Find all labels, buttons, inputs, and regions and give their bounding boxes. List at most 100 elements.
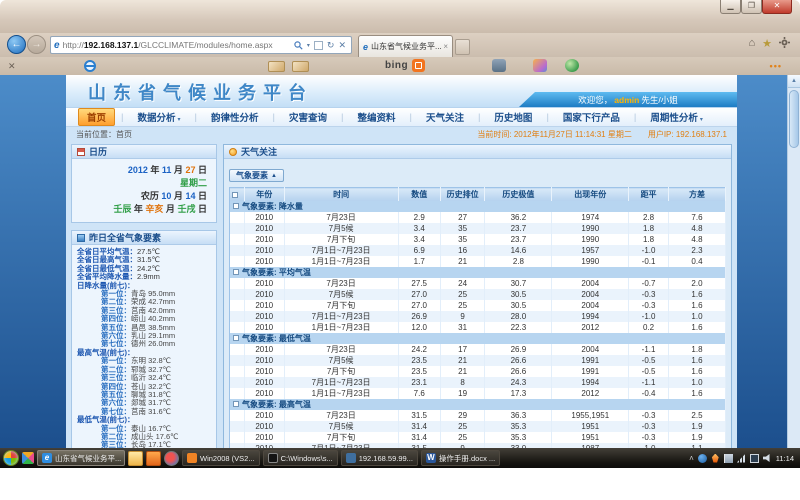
new-tab-button[interactable] [455, 39, 470, 55]
chevron-down-icon: ▾ [700, 117, 703, 123]
url-path: /GLCCLIMATE/modules/home.aspx [138, 40, 272, 50]
nav-item[interactable]: 天气关注 [418, 109, 472, 125]
group-row[interactable]: 气象要素: 降水量 [230, 201, 726, 212]
refresh-icon[interactable]: ↻ [327, 40, 335, 51]
table-row[interactable]: 20107月5候23.52126.61991-0.51.6 [230, 355, 726, 366]
table-row[interactable]: 20101月1日~7月23日12.03122.320120.21.6 [230, 322, 726, 333]
table-row[interactable]: 20107月5候27.02530.52004-0.31.6 [230, 289, 726, 300]
table-row[interactable]: 20107月23日31.52936.31955,1951-0.32.5 [230, 410, 726, 421]
taskbar-button[interactable]: Win2008 (VS2... [182, 450, 260, 466]
folder-icon[interactable] [128, 451, 143, 466]
table-row[interactable]: 20101月1日~7月23日7.61917.32012-0.41.6 [230, 388, 726, 399]
magic-tool-icon[interactable] [533, 59, 547, 72]
group-row[interactable]: 气象要素: 平均气温 [230, 267, 726, 278]
table-row[interactable]: 20107月下旬23.52126.61991-0.51.6 [230, 366, 726, 377]
nav-item[interactable]: 整编资料 [349, 109, 403, 125]
cell: 1月1日~7月23日 [284, 322, 398, 333]
blocked-icon[interactable] [84, 60, 96, 72]
table-row[interactable]: 20107月5候31.42535.31951-0.31.9 [230, 421, 726, 432]
quick-launch-icon[interactable] [22, 452, 34, 464]
search-icon[interactable] [294, 41, 303, 50]
chevron-down-icon[interactable]: ▾ [307, 42, 310, 49]
cell: 30.5 [485, 300, 552, 311]
cell: 1990 [552, 234, 629, 245]
table-row[interactable]: 20101月1日~7月23日1.7212.81990-0.10.4 [230, 256, 726, 267]
back-button[interactable]: ← [7, 35, 26, 54]
group-row[interactable]: 气象要素: 最低气温 [230, 333, 726, 344]
camera-icon[interactable] [492, 59, 506, 72]
tray-expand-icon[interactable]: ˄ [689, 454, 694, 463]
favorites-star-icon[interactable]: ★ [762, 37, 772, 50]
nav-item[interactable]: 数据分析▾ [129, 109, 188, 125]
table-row[interactable]: 20107月1日~7月23日26.9928.01994-1.01.0 [230, 311, 726, 322]
action-center-flag-icon[interactable] [724, 454, 733, 463]
table-row[interactable]: 20107月下旬31.42535.31951-0.31.9 [230, 432, 726, 443]
group-row[interactable]: 气象要素: 最高气温 [230, 399, 726, 410]
nav-item[interactable]: 灾害查询 [281, 109, 335, 125]
network-icon[interactable] [737, 454, 746, 463]
cell: 1957 [552, 245, 629, 256]
cell: 7月5候 [284, 223, 398, 234]
browser-tab[interactable]: e 山东省气候业务平... × [358, 35, 453, 57]
maximize-button[interactable]: ❐ [741, 0, 762, 14]
checkbox[interactable] [233, 269, 239, 275]
taskbar-button[interactable]: e山东省气候业务平... [37, 450, 125, 466]
taskbar-button[interactable]: 192.168.59.99... [341, 450, 418, 466]
checkbox[interactable] [233, 401, 239, 407]
start-button[interactable] [3, 450, 19, 466]
minimize-button[interactable]: ▁ [720, 0, 741, 14]
card-icon-1[interactable] [268, 61, 285, 72]
checkbox[interactable] [233, 335, 239, 341]
globe-icon[interactable] [565, 59, 579, 72]
bing-search-logo[interactable]: bing [385, 59, 425, 72]
table-row[interactable]: 20107月下旬27.02530.52004-0.31.6 [230, 300, 726, 311]
taskbar-button[interactable]: C:\Windows\s... [263, 450, 338, 466]
more-dots-icon[interactable]: ••• [770, 61, 782, 71]
table-row[interactable]: 20107月5候3.43523.719901.84.8 [230, 223, 726, 234]
home-icon[interactable]: ⌂ [748, 37, 755, 50]
forward-button[interactable]: → [27, 35, 46, 54]
close-button[interactable]: ✕ [762, 0, 792, 14]
table-row[interactable]: 20107月下旬3.43523.719901.84.8 [230, 234, 726, 245]
checkbox[interactable] [232, 192, 238, 198]
close-bar-icon[interactable]: ✕ [8, 61, 16, 72]
column-header: 出现年份 [552, 188, 629, 201]
nav-item[interactable]: 周期性分析▾ [642, 109, 711, 125]
table-row[interactable]: 20107月1日~7月23日23.1824.31994-1.11.0 [230, 377, 726, 388]
cell: 21 [440, 366, 485, 377]
nav-item[interactable]: 历史地图 [486, 109, 540, 125]
column-header: 距平 [629, 188, 669, 201]
tray-app-icon[interactable] [698, 454, 707, 463]
main-nav: 首页|数据分析▾|韵律性分析|灾害查询|整编资料|天气关注|历史地图|国家下行产… [66, 108, 737, 127]
stop-icon[interactable]: ✕ [338, 40, 346, 51]
address-bar[interactable]: e http://192.168.137.1/GLCCLIMATE/module… [50, 36, 352, 54]
compatibility-view-icon[interactable] [314, 41, 323, 50]
cell: 1.9 [668, 432, 725, 443]
display-icon[interactable] [750, 454, 759, 463]
cell: 2010 [244, 223, 284, 234]
app-icon[interactable] [146, 451, 161, 466]
scrollbar-thumb[interactable] [789, 90, 799, 148]
taskbar-button[interactable]: W操作手册.docx ... [421, 450, 500, 466]
cell: -0.5 [629, 355, 669, 366]
flame-icon[interactable] [711, 454, 720, 463]
scroll-up-icon[interactable]: ▲ [788, 75, 800, 88]
table-row[interactable]: 20107月23日24.21726.92004-1.11.8 [230, 344, 726, 355]
tab-close-icon[interactable]: × [443, 42, 448, 51]
weather-focus-panel: 天气关注 气象要素 ▲ 年份时间数值历史排位历史极值出现年份距平方 [223, 144, 732, 448]
table-row[interactable]: 20107月23日2.92736.219742.87.6 [230, 212, 726, 223]
vertical-scrollbar[interactable]: ▲ [787, 75, 800, 448]
table-row[interactable]: 20107月1日~7月23日6.91614.61957-1.02.3 [230, 245, 726, 256]
table-row[interactable]: 20107月23日27.52430.72004-0.72.0 [230, 278, 726, 289]
media-icon[interactable] [164, 451, 179, 466]
settings-gear-icon[interactable] [779, 37, 790, 48]
checkbox[interactable] [233, 203, 239, 209]
taskbar-clock[interactable]: 11:14 [776, 454, 794, 463]
speaker-icon[interactable] [763, 454, 772, 463]
element-filter-button[interactable]: 气象要素 ▲ [229, 169, 284, 182]
card-icon-2[interactable] [292, 61, 309, 72]
nav-item[interactable]: 首页 [78, 108, 115, 126]
cell: 7月23日 [284, 278, 398, 289]
nav-item[interactable]: 国家下行产品 [555, 109, 628, 125]
nav-item[interactable]: 韵律性分析 [203, 109, 267, 125]
